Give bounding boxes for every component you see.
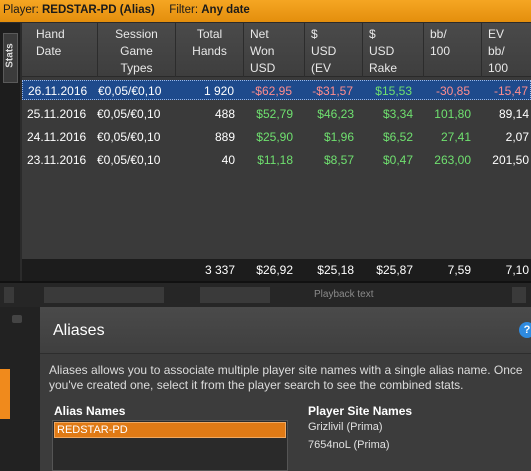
table-header: Hand Date Session Game Types Total Hands…	[22, 23, 531, 77]
cell-rake: $6,52	[382, 130, 413, 144]
alias-item[interactable]: REDSTAR-PD	[54, 422, 286, 438]
total-hands: 3 337	[204, 263, 235, 277]
cell-bb100: -30,85	[435, 84, 470, 98]
cell-rake: $3,34	[382, 107, 413, 121]
stats-tab-label: Stats	[4, 43, 16, 68]
site-name-item[interactable]: Grizlivil (Prima)	[308, 421, 383, 433]
player-value[interactable]: REDSTAR-PD (Alias)	[42, 4, 155, 16]
total-rake: $25,87	[376, 263, 413, 277]
cell-hands: 40	[221, 153, 235, 167]
toolbar-text: Playback text	[314, 289, 374, 300]
cell-bb100: 101,80	[434, 107, 471, 121]
table-row[interactable]: 24.11.2016 €0,05/€0,10 889 $25,90 $1,96 …	[22, 127, 531, 147]
column-net-won[interactable]: Net Won USD	[244, 23, 305, 77]
background-toolbar: Playback text	[0, 281, 531, 307]
total-net-won: $26,92	[256, 263, 293, 277]
player-label: Player:	[3, 4, 39, 16]
cell-stakes: €0,05/€0,10	[97, 153, 161, 167]
cell-hands: 889	[214, 130, 235, 144]
stats-side-panel: Stats	[0, 23, 20, 281]
cell-net-won: $52,79	[256, 107, 293, 121]
cell-ev-bb100: -15,47	[493, 84, 528, 98]
cell-stakes: €0,05/€0,10	[98, 84, 162, 98]
filter-value[interactable]: Any date	[201, 4, 250, 16]
column-rake[interactable]: $ USD Rake	[363, 23, 424, 77]
dialog-header: Aliases ?	[40, 307, 531, 354]
cell-ev-bb100: 201,50	[492, 153, 529, 167]
player-site-names-label: Player Site Names	[308, 404, 413, 418]
total-ev-usd: $25,18	[317, 263, 354, 277]
cell-rake: $0,47	[382, 153, 413, 167]
cell-rake: $15,53	[375, 84, 412, 98]
toolbar-block	[200, 287, 270, 303]
toolbar-block	[44, 287, 164, 303]
cell-date: 23.11.2016	[27, 153, 87, 167]
column-session-game-types[interactable]: Session Game Types	[98, 23, 176, 77]
cell-date: 26.11.2016	[28, 84, 88, 98]
cell-ev-bb100: 89,14	[498, 107, 529, 121]
background-side-panel	[0, 307, 40, 471]
cell-net-won: $11,18	[257, 153, 293, 167]
table-row[interactable]: 23.11.2016 €0,05/€0,10 40 $11,18 $8,57 $…	[22, 150, 531, 170]
cell-ev-usd: $8,57	[323, 153, 354, 167]
selected-indicator	[0, 369, 10, 419]
cell-hands: 488	[214, 107, 235, 121]
total-ev-bb100: 7,10	[505, 263, 529, 277]
player-site-names-list[interactable]: Grizlivil (Prima) 7654noL (Prima)	[308, 420, 531, 471]
dialog-title: Aliases	[53, 322, 105, 339]
dialog-description: Aliases allows you to associate multiple…	[49, 363, 523, 392]
cell-bb100: 263,00	[434, 153, 471, 167]
collapse-icon[interactable]	[12, 315, 22, 323]
aliases-dialog: Aliases ? Aliases allows you to associat…	[40, 307, 531, 471]
totals-row: 3 337 $26,92 $25,18 $25,87 7,59 7,10	[22, 259, 531, 281]
help-icon[interactable]: ?	[519, 322, 531, 338]
cell-ev-usd: -$31,57	[312, 84, 353, 98]
total-bb100: 7,59	[447, 263, 471, 277]
column-total-hands[interactable]: Total Hands	[176, 23, 244, 77]
cell-net-won: -$62,95	[251, 84, 292, 98]
cell-stakes: €0,05/€0,10	[97, 130, 161, 144]
stats-table: Hand Date Session Game Types Total Hands…	[22, 23, 531, 281]
cell-bb100: 27,41	[440, 130, 471, 144]
player-filter-bar: Player: REDSTAR-PD (Alias) Filter: Any d…	[0, 0, 531, 22]
table-row[interactable]: 26.11.2016 €0,05/€0,10 1 920 -$62,95 -$3…	[22, 80, 531, 100]
cell-ev-bb100: 2,07	[505, 130, 529, 144]
stats-tab[interactable]: Stats	[3, 33, 18, 83]
column-ev-usd[interactable]: $ USD (EV	[305, 23, 363, 77]
site-name-item[interactable]: 7654noL (Prima)	[308, 439, 390, 451]
alias-names-label: Alias Names	[54, 404, 126, 418]
table-row[interactable]: 25.11.2016 €0,05/€0,10 488 $52,79 $46,23…	[22, 104, 531, 124]
column-ev-bb100[interactable]: EV bb/ 100	[482, 23, 531, 77]
cell-ev-usd: $46,23	[317, 107, 354, 121]
cell-stakes: €0,05/€0,10	[97, 107, 161, 121]
toolbar-icon	[512, 287, 526, 303]
column-hand-date[interactable]: Hand Date	[22, 23, 98, 77]
alias-names-list[interactable]: REDSTAR-PD	[52, 420, 288, 471]
cell-date: 25.11.2016	[27, 107, 87, 121]
toolbar-grip	[4, 287, 14, 303]
cell-net-won: $25,90	[256, 130, 293, 144]
cell-hands: 1 920	[203, 84, 234, 98]
cell-ev-usd: $1,96	[323, 130, 354, 144]
column-bb100[interactable]: bb/ 100	[424, 23, 482, 77]
filter-label: Filter:	[169, 4, 199, 16]
cell-date: 24.11.2016	[27, 130, 87, 144]
